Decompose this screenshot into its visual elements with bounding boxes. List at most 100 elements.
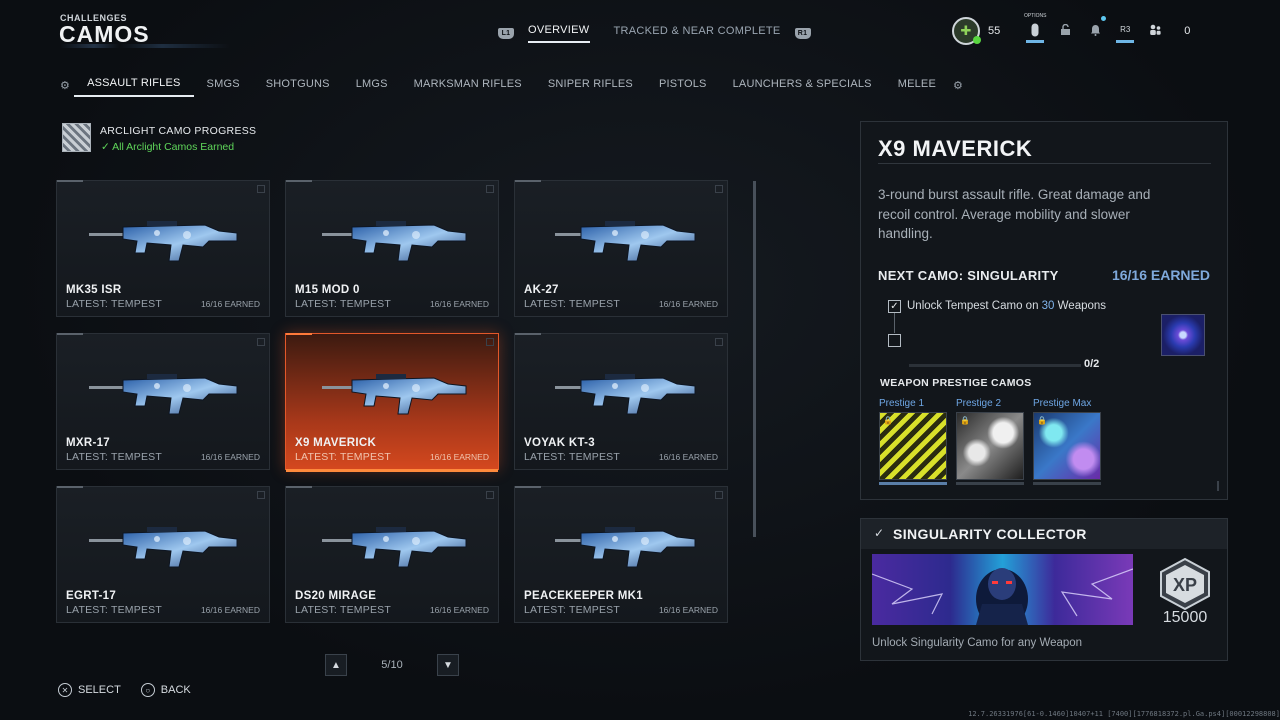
panel-scroll-indicator xyxy=(1217,481,1219,491)
grid-scrollbar[interactable] xyxy=(753,181,756,537)
next-category-icon[interactable]: ⚙ xyxy=(949,79,967,92)
collector-calling-card-image xyxy=(872,554,1133,625)
weapon-latest-camo: LATEST: TEMPEST xyxy=(295,604,391,616)
weapon-card[interactable]: PEACEKEEPER MK1 LATEST: TEMPEST 16/16 EARN… xyxy=(514,486,728,623)
online-dot xyxy=(973,36,981,44)
card-corner-icon xyxy=(486,338,494,346)
weapon-card[interactable]: VOYAK KT-3 LATEST: TEMPEST 16/16 EARNED xyxy=(514,333,728,470)
card-corner-icon xyxy=(486,185,494,193)
weapon-latest-camo: LATEST: TEMPEST xyxy=(295,451,391,463)
tab-tracked-near-complete[interactable]: TRACKED & NEAR COMPLETE xyxy=(614,25,781,42)
weapon-card[interactable]: DS20 MIRAGE LATEST: TEMPEST 16/16 EARNED xyxy=(285,486,499,623)
title-glitch-decoration xyxy=(60,44,230,48)
weapon-card[interactable]: EGRT-17 LATEST: TEMPEST 16/16 EARNED xyxy=(56,486,270,623)
weapon-name: VOYAK KT-3 xyxy=(524,437,595,449)
weapon-image xyxy=(316,364,470,420)
prestige-2-camo[interactable]: Prestige 2 🔒 xyxy=(956,398,1026,485)
weapon-latest-camo: LATEST: TEMPEST xyxy=(66,451,162,463)
collector-header: ✓ SINGULARITY COLLECTOR xyxy=(861,519,1227,549)
r3-label: R3 xyxy=(1120,25,1131,34)
prev-category-icon[interactable]: ⚙ xyxy=(56,79,74,92)
tab-lmgs[interactable]: LMGS xyxy=(343,75,401,96)
challenge-text-post: Weapons xyxy=(1054,300,1107,312)
detail-weapon-name: X9 MAVERICK xyxy=(878,136,1033,161)
weapon-card[interactable]: M15 MOD 0 LATEST: TEMPEST 16/16 EARNED xyxy=(285,180,499,317)
tab-melee[interactable]: MELEE xyxy=(885,75,949,96)
tab-overview[interactable]: OVERVIEW xyxy=(528,24,590,43)
category-tab-bar: ⚙ ASSAULT RIFLES SMGS SHOTGUNS LMGS MARK… xyxy=(56,74,967,97)
select-prompt[interactable]: ✕ SELECT xyxy=(58,683,121,697)
weapon-name: MK35 ISR xyxy=(66,284,122,296)
prestige-1-swatch: 🔒 xyxy=(879,412,947,480)
prestige-max-bar xyxy=(1033,482,1101,485)
prestige-max-label: Prestige Max xyxy=(1033,398,1092,409)
tab-assault-rifles[interactable]: ASSAULT RIFLES xyxy=(74,74,194,97)
weapon-name: DS20 MIRAGE xyxy=(295,590,377,602)
next-camo-earned: 16/16 EARNED xyxy=(1111,267,1210,283)
back-prompt[interactable]: ○ BACK xyxy=(140,683,191,697)
weapon-detail-panel: X9 MAVERICK 3-round burst assault rifle.… xyxy=(860,121,1228,500)
options-icon[interactable]: OPTIONS xyxy=(1024,13,1047,43)
weapon-name: MXR-17 xyxy=(66,437,110,449)
weapon-camos-earned: 16/16 EARNED xyxy=(200,605,260,615)
select-label: SELECT xyxy=(78,684,121,696)
prestige-max-swatch: 🔒 xyxy=(1033,412,1101,480)
weapon-name: AK-27 xyxy=(524,284,559,296)
prestige-1-bar xyxy=(879,482,947,485)
tab-marksman-rifles[interactable]: MARKSMAN RIFLES xyxy=(401,75,535,96)
weapon-latest-camo: LATEST: TEMPEST xyxy=(66,298,162,310)
xp-badge-icon: XP xyxy=(1160,557,1210,611)
card-corner-icon xyxy=(715,185,723,193)
weapon-name: X9 MAVERICK xyxy=(295,437,377,449)
party-icon[interactable] xyxy=(1146,19,1164,43)
bell-icon[interactable] xyxy=(1086,16,1107,43)
weapon-card[interactable]: MK35 ISR LATEST: TEMPEST 16/16 EARNED xyxy=(56,180,270,317)
footer-prompts: ✕ SELECT ○ BACK xyxy=(58,683,191,697)
r1-bumper-icon[interactable]: R1 xyxy=(794,28,811,39)
prestige-1-camo[interactable]: Prestige 1 🔒 xyxy=(879,398,949,485)
next-camo-label: NEXT CAMO: SINGULARITY xyxy=(878,268,1059,283)
weapon-camos-earned: 16/16 EARNED xyxy=(658,605,718,615)
tab-shotguns[interactable]: SHOTGUNS xyxy=(253,75,343,96)
tab-smgs[interactable]: SMGS xyxy=(194,75,253,96)
weapon-card[interactable]: MXR-17 LATEST: TEMPEST 16/16 EARNED xyxy=(56,333,270,470)
player-emblem-icon[interactable]: ✚ xyxy=(952,17,981,45)
card-corner-icon xyxy=(257,338,265,346)
arclight-status-text: All Arclight Camos Earned xyxy=(112,141,235,153)
circle-button-icon: ○ xyxy=(140,683,155,697)
prestige-2-label: Prestige 2 xyxy=(956,398,1002,409)
weapon-card[interactable]: X9 MAVERICK LATEST: TEMPEST 16/16 EARNED xyxy=(285,333,499,472)
lock-icon[interactable] xyxy=(1056,19,1074,43)
weapon-latest-camo: LATEST: TEMPEST xyxy=(295,298,391,310)
tab-launchers-specials[interactable]: LAUNCHERS & SPECIALS xyxy=(720,75,885,96)
status-bar: ✚ 55 OPTIONS R3 0 xyxy=(952,13,1190,45)
l1-bumper-icon[interactable]: L1 xyxy=(498,28,514,39)
challenge-text-pre: Unlock Tempest Camo on xyxy=(907,300,1042,312)
checkmark-icon: ✓ xyxy=(874,526,885,540)
challenge-progress-text: 0/2 xyxy=(1084,358,1100,370)
r3-icon[interactable]: R3 xyxy=(1116,19,1135,43)
card-corner-icon xyxy=(715,338,723,346)
weapon-name: EGRT-17 xyxy=(66,590,117,602)
weapon-image xyxy=(545,211,699,267)
weapon-camos-earned: 16/16 EARNED xyxy=(658,299,718,309)
challenge-checkbox-checked: ✓ xyxy=(888,300,901,313)
tab-sniper-rifles[interactable]: SNIPER RIFLES xyxy=(535,75,646,96)
page-down-button[interactable]: ▼ xyxy=(437,654,459,676)
weapon-card[interactable]: AK-27 LATEST: TEMPEST 16/16 EARNED xyxy=(514,180,728,317)
challenge-text: Unlock Tempest Camo on 30 Weapons xyxy=(907,300,1106,312)
weapon-image xyxy=(316,211,470,267)
collector-reward-card: ✓ SINGULARITY COLLECTOR XP 15000 Unlock … xyxy=(860,518,1228,661)
weapon-image xyxy=(87,211,241,267)
page-up-button[interactable]: ▲ xyxy=(325,654,347,676)
prestige-max-camo[interactable]: Prestige Max 🔒 xyxy=(1033,398,1103,485)
challenge-progress-bar xyxy=(909,364,1081,367)
weapon-image xyxy=(87,364,241,420)
weapon-latest-camo: LATEST: TEMPEST xyxy=(524,298,620,310)
arclight-camo-thumbnail xyxy=(62,123,91,152)
weapon-latest-camo: LATEST: TEMPEST xyxy=(66,604,162,616)
prestige-2-swatch: 🔒 xyxy=(956,412,1024,480)
tab-pistols[interactable]: PISTOLS xyxy=(646,75,720,96)
page-number: 5/10 xyxy=(381,659,403,671)
back-label: BACK xyxy=(160,684,191,696)
